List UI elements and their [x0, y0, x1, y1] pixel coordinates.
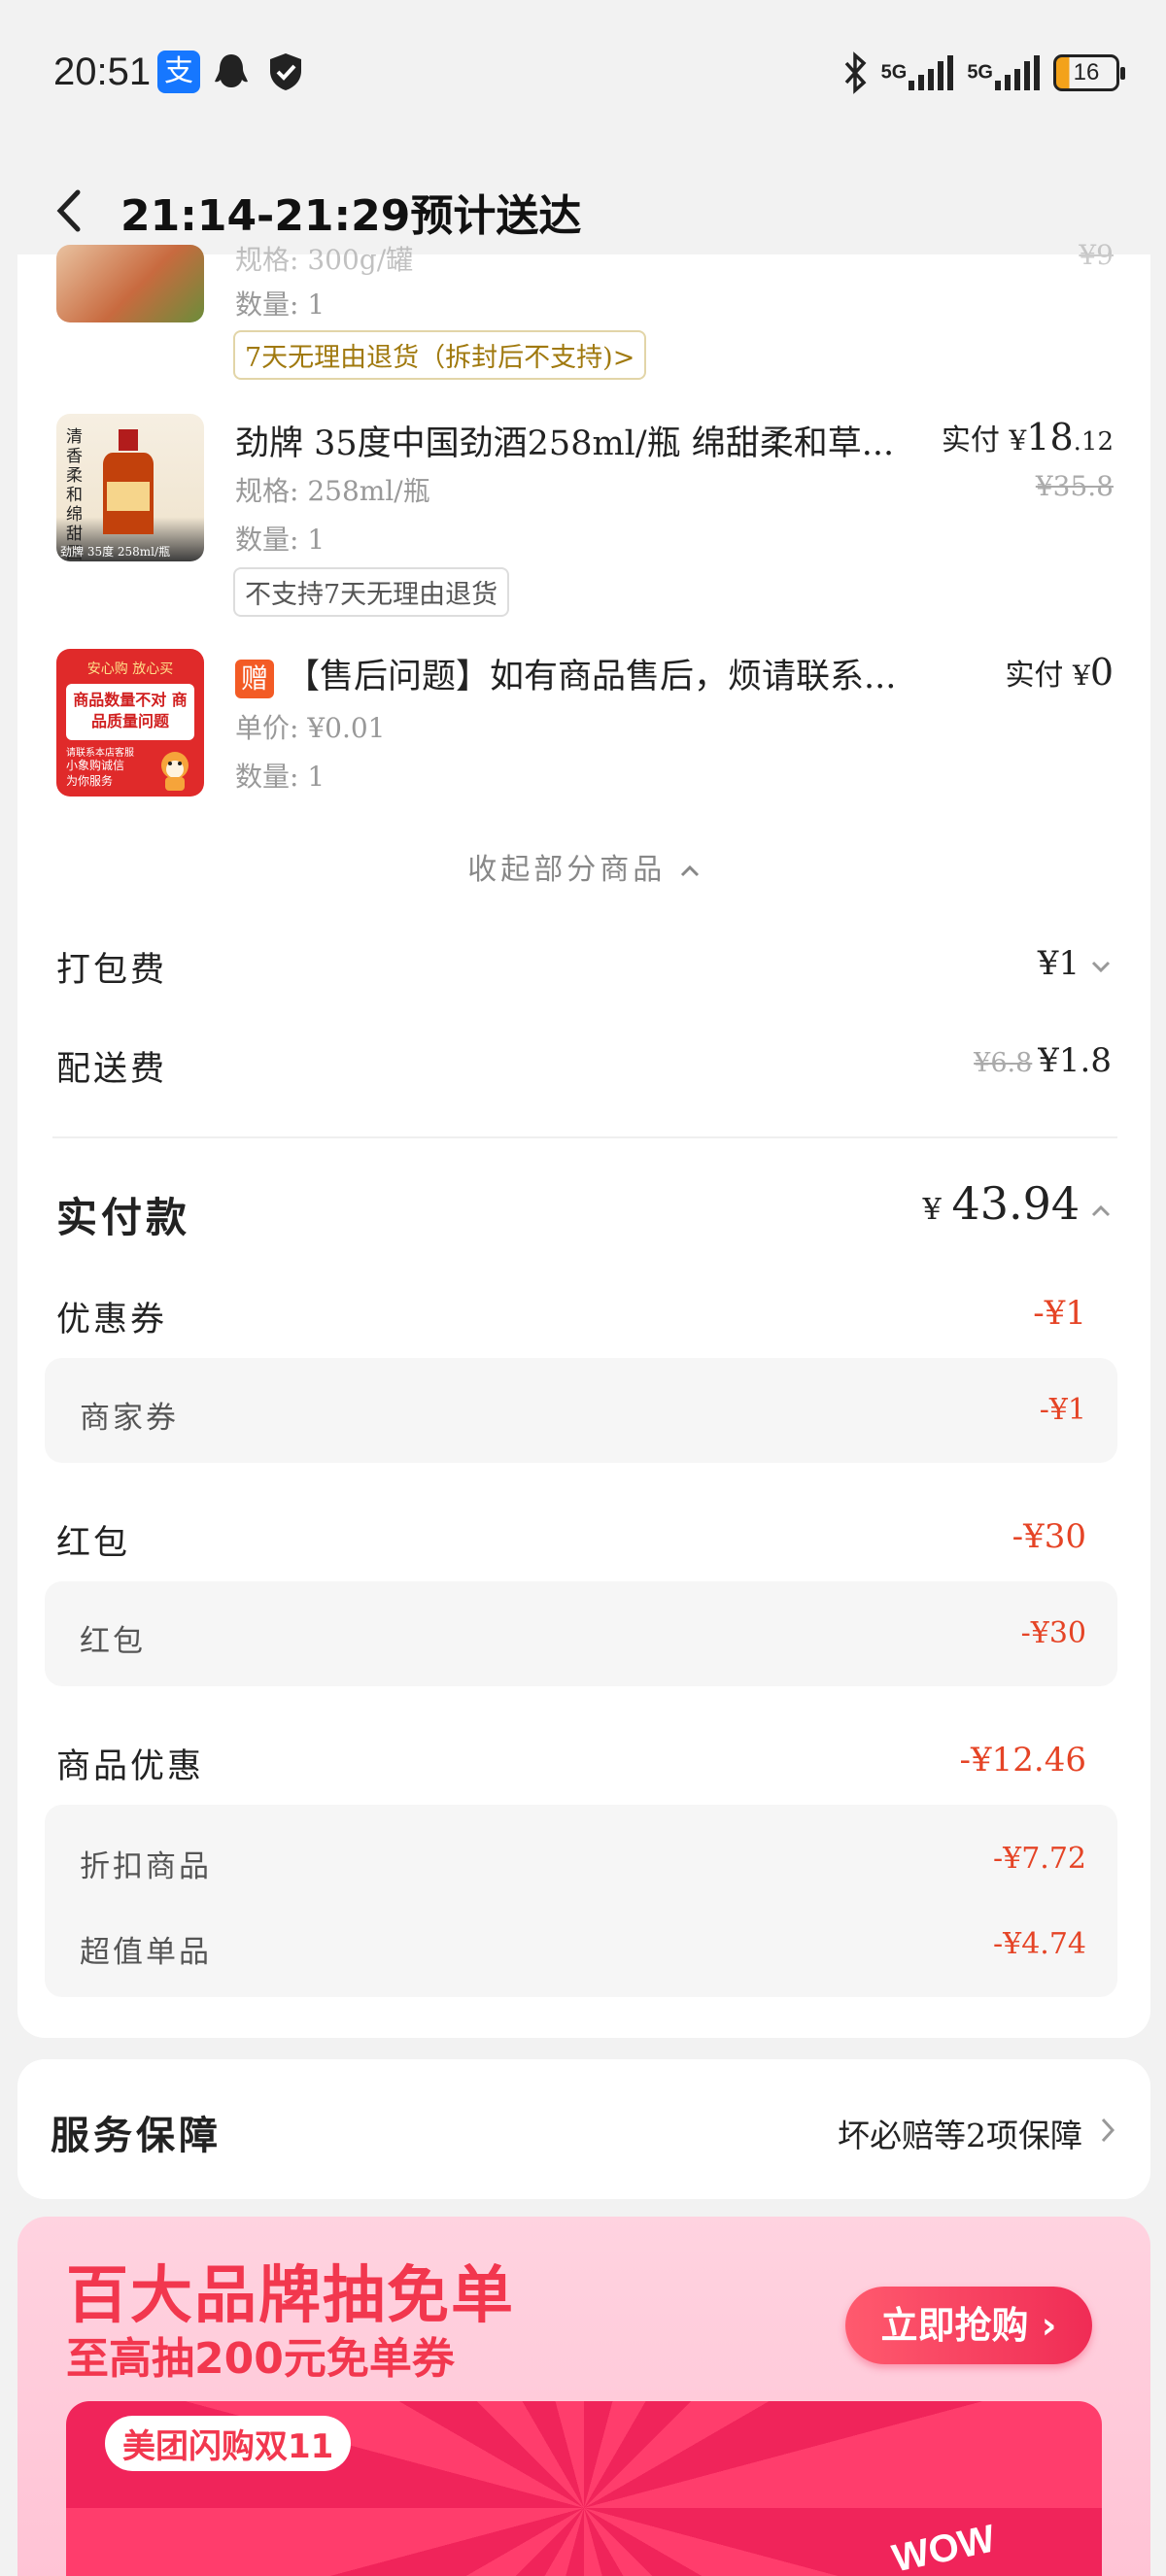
bluetooth-icon	[844, 51, 867, 94]
thumbnail-3-main-text: 商品数量不对 商品质量问题	[66, 684, 194, 740]
service-label: 服务保障	[51, 2114, 222, 2158]
product-discount-label: 商品优惠	[56, 1747, 205, 1786]
total-amount: 43.94	[951, 1177, 1080, 1230]
coupon-detail-box: 商家券 -¥1	[45, 1358, 1117, 1463]
banner-subtitle: 至高抽200元免单券	[66, 2334, 455, 2384]
value-item-value: -¥4.74	[992, 1927, 1086, 1961]
discounted-item-label: 折扣商品	[80, 1849, 212, 1884]
item-2-spec: 规格: 258ml/瓶	[235, 475, 430, 507]
meituan-flash-logo: 美团闪购双11	[105, 2416, 352, 2471]
red-packet-detail-box: 红包 -¥30	[45, 1581, 1117, 1686]
coupon-value: -¥1	[1033, 1294, 1086, 1333]
item-2-price-int: 18	[1026, 416, 1074, 458]
network-label-2: 5G	[967, 61, 993, 84]
red-packet-sub-value: -¥30	[1020, 1616, 1086, 1650]
gift-badge: 赠	[235, 660, 275, 698]
packing-fee-amount: ¥1	[1037, 944, 1080, 983]
item-3-unit-price: 单价: ¥0.01	[235, 712, 386, 744]
collapse-label: 收起部分商品	[467, 853, 667, 887]
item-2-return-tag[interactable]: 不支持7天无理由退货	[233, 567, 510, 617]
system-indicators: 5G 5G 16	[840, 49, 1125, 97]
banner-title: 百大品牌抽免单	[66, 2260, 515, 2332]
status-time: 20:51	[53, 51, 152, 93]
delivery-fee-label: 配送费	[56, 1050, 168, 1089]
item-2-price: 实付 ¥18.12	[942, 416, 1114, 458]
discounted-item-value: -¥7.72	[992, 1842, 1086, 1876]
merchant-coupon-label: 商家券	[80, 1401, 179, 1436]
buy-now-label: 立即抢购	[880, 2304, 1029, 2347]
packing-fee-label: 打包费	[56, 951, 168, 990]
collapse-items-toggle[interactable]: 收起部分商品	[17, 845, 1150, 888]
shiba-mascot-image	[161, 752, 189, 791]
total-currency: ¥	[922, 1193, 942, 1227]
item-1-spec: 规格: 300g/罐	[235, 244, 414, 276]
status-bar: 20:51 支 5G 5G 16	[0, 0, 1166, 146]
product-discount-value: -¥12.46	[959, 1741, 1086, 1779]
packing-fee-value[interactable]: ¥1	[1038, 944, 1112, 983]
item-2-original-price: ¥35.8	[1035, 470, 1114, 502]
item-2-price-prefix: 实付	[941, 424, 1000, 458]
item-3-price-prefix: 实付	[1005, 659, 1064, 693]
chevron-right-icon	[1101, 2118, 1115, 2143]
red-packet-sub-label: 红包	[80, 1624, 146, 1659]
thumbnail-3-bottom-text: 小象购诚信 为你服务	[66, 759, 125, 788]
item-1-return-tag[interactable]: 7天无理由退货（拆封后不支持)>	[233, 330, 647, 380]
service-guarantee-card[interactable]: 服务保障 坏必赔等2项保障	[17, 2059, 1150, 2199]
item-2-price-dec: .12	[1073, 427, 1114, 457]
network-label-1: 5G	[880, 61, 908, 84]
item-1-original-price: ¥9	[1079, 239, 1114, 271]
thumbnail-3-top-text: 安心购 放心买	[86, 661, 174, 677]
buy-now-button[interactable]: 立即抢购 ›	[845, 2287, 1092, 2364]
chevron-up-icon	[680, 864, 699, 877]
item-3-price: 实付 ¥0	[1005, 651, 1114, 694]
item-3-price-currency: ¥	[1072, 660, 1090, 692]
item-2-price-currency: ¥	[1009, 424, 1027, 457]
product-thumbnail-2[interactable]: 清香柔和 绵甜回甘 劲牌 35度 258ml/瓶	[56, 414, 204, 561]
total-paid-value[interactable]: ¥ 43.94	[923, 1177, 1112, 1230]
red-packet-value: -¥30	[1012, 1517, 1086, 1556]
delivery-fee-original: ¥6.8	[974, 1048, 1033, 1078]
divider	[52, 1136, 1117, 1138]
merchant-coupon-value: -¥1	[1039, 1393, 1086, 1427]
total-paid-label: 实付款	[56, 1194, 191, 1241]
item-3-name-text: 【售后问题】如有商品售后，烦请联系...	[286, 658, 897, 696]
signal-5g-icon: 5G	[881, 53, 956, 92]
page-title: 21:14-21:29预计送达	[120, 191, 582, 241]
thumbnail-3-small-text: 请联系本店客服	[66, 748, 134, 759]
liquor-bottle-image	[103, 429, 154, 534]
chevron-up-icon	[1091, 1204, 1111, 1217]
battery-indicator: 16	[1053, 54, 1125, 91]
signal-5g-icon-2: 5G	[967, 53, 1042, 92]
delivery-fee-amount: ¥1.8	[1038, 1041, 1112, 1080]
item-3-price-int: 0	[1089, 651, 1114, 694]
shield-check-icon	[270, 53, 301, 90]
nav-bar: 21:14-21:29预计送达	[0, 165, 1166, 254]
qq-icon	[215, 54, 248, 87]
service-value: 坏必赔等2项保障	[838, 2117, 1082, 2154]
delivery-fee-value: ¥6.8 ¥1.8	[974, 1041, 1112, 1080]
alipay-icon: 支	[157, 51, 200, 93]
item-3-name[interactable]: 赠【售后问题】如有商品售后，烦请联系...	[235, 649, 896, 698]
item-2-name[interactable]: 劲牌 35度中国劲酒258ml/瓶 绵甜柔和草...	[235, 416, 894, 465]
product-thumbnail-3[interactable]: 安心购 放心买 商品数量不对 商品质量问题 请联系本店客服 小象购诚信 为你服务	[56, 649, 204, 797]
coupon-label: 优惠券	[56, 1301, 168, 1339]
chevron-down-icon	[1091, 961, 1111, 973]
value-item-label: 超值单品	[80, 1935, 212, 1970]
promo-banner[interactable]: 百大品牌抽免单 至高抽200元免单券 立即抢购 › 美团闪购双11 WOW	[17, 2217, 1150, 2576]
back-arrow-icon[interactable]	[51, 186, 89, 235]
item-2-quantity: 数量: 1	[235, 524, 326, 556]
thumbnail-2-label: 劲牌 35度 258ml/瓶	[60, 545, 171, 559]
order-detail-card: 规格: 300g/罐 ¥9 数量: 1 7天无理由退货（拆封后不支持)> 清香柔…	[17, 239, 1150, 2038]
product-discount-detail-box: 折扣商品 -¥7.72 超值单品 -¥4.74	[45, 1805, 1117, 1997]
item-3-quantity: 数量: 1	[235, 761, 326, 793]
item-1-quantity: 数量: 1	[235, 288, 326, 321]
red-packet-label: 红包	[56, 1524, 131, 1563]
product-thumbnail-1[interactable]	[56, 245, 204, 322]
